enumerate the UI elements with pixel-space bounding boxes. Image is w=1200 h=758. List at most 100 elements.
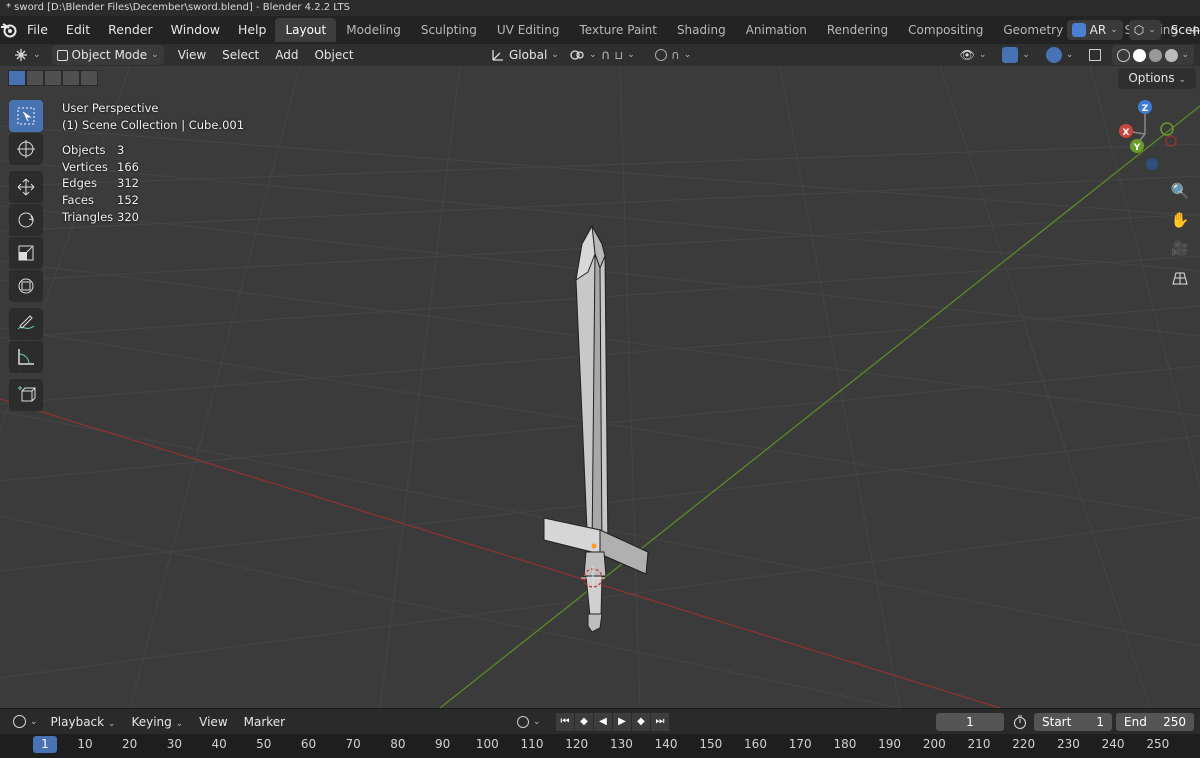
tab-shading[interactable]: Shading bbox=[667, 18, 736, 42]
scene-selector[interactable]: ⬡ ⌄ bbox=[1128, 20, 1161, 40]
select-subtract-icon[interactable] bbox=[44, 70, 62, 86]
ruler-tick: 140 bbox=[654, 737, 678, 751]
stat-row: Edges 312 bbox=[62, 176, 139, 191]
tab-compositing[interactable]: Compositing bbox=[898, 18, 993, 42]
timeline-menu-marker[interactable]: Marker bbox=[236, 715, 293, 729]
current-frame-indicator[interactable]: 1 bbox=[33, 736, 57, 753]
measure-tool[interactable] bbox=[9, 341, 43, 373]
viewport-info: User Perspective (1) Scene Collection | … bbox=[62, 100, 244, 134]
snap-toggle[interactable]: ∩ ⊔ ⌄ bbox=[596, 45, 640, 65]
play-reverse-icon[interactable]: ◀ bbox=[594, 712, 612, 731]
menu-edit[interactable]: Edit bbox=[57, 16, 99, 44]
chevron-down-icon: ⌄ bbox=[33, 50, 41, 60]
tab-modeling[interactable]: Modeling bbox=[336, 18, 411, 42]
start-label: Start bbox=[1042, 714, 1072, 729]
select-new-icon[interactable] bbox=[8, 70, 26, 86]
blender-logo-icon[interactable] bbox=[0, 22, 18, 38]
timeline-menu-view[interactable]: View bbox=[191, 715, 235, 729]
tab-sculpting[interactable]: Sculpting bbox=[411, 18, 487, 42]
start-frame-field[interactable]: Start 1 bbox=[1034, 712, 1112, 731]
select-intersect-icon[interactable] bbox=[80, 70, 98, 86]
scene-name-field[interactable]: Scen bbox=[1167, 23, 1200, 37]
timeline-menu-keying[interactable]: Keying ⌄ bbox=[123, 715, 191, 729]
solid-shading-icon[interactable] bbox=[1133, 48, 1147, 62]
menu-window[interactable]: Window bbox=[162, 16, 229, 44]
transform-orientation-selector[interactable]: Global ⌄ bbox=[486, 45, 564, 65]
viewport-menu-view[interactable]: View bbox=[170, 44, 214, 66]
tool-shelf bbox=[9, 100, 43, 412]
ruler-tick: 110 bbox=[520, 737, 544, 751]
shading-mode-selector[interactable]: ⌄ bbox=[1112, 45, 1194, 65]
ruler-tick: 230 bbox=[1056, 737, 1080, 751]
viewport-menu-add[interactable]: Add bbox=[267, 44, 306, 66]
jump-start-icon[interactable]: ⏮ bbox=[556, 712, 574, 731]
3d-viewport[interactable]: Options ⌄ User Perspective (1) Scene Col… bbox=[0, 66, 1200, 708]
frame-ruler[interactable]: 1 10 20 30 40 50 60 70 80 90 100 110 120 130 140 150 16… bbox=[0, 734, 1200, 758]
render-icon bbox=[1071, 23, 1086, 37]
chevron-down-icon: ⌄ bbox=[30, 716, 38, 727]
tab-rendering[interactable]: Rendering bbox=[817, 18, 898, 42]
falloff-icon: ∩ bbox=[671, 48, 680, 62]
transform-tool[interactable] bbox=[9, 270, 43, 302]
tab-uv-editing[interactable]: UV Editing bbox=[487, 18, 570, 42]
zoom-icon[interactable]: 🔍 bbox=[1167, 178, 1193, 204]
scale-tool[interactable] bbox=[9, 237, 43, 269]
menu-render[interactable]: Render bbox=[99, 16, 162, 44]
chevron-down-icon: ⌄ bbox=[1110, 25, 1118, 35]
material-shading-icon[interactable] bbox=[1149, 48, 1163, 62]
render-engine-selector[interactable]: AR ⌄ bbox=[1066, 20, 1123, 40]
stat-row: Objects 3 bbox=[62, 143, 125, 157]
navigation-gizmo[interactable]: Z X Y bbox=[1110, 96, 1190, 176]
perspective-grid-icon[interactable] bbox=[1167, 265, 1193, 291]
mode-selector[interactable]: Object Mode ⌄ bbox=[51, 45, 164, 65]
options-button[interactable]: Options ⌄ bbox=[1118, 68, 1196, 89]
add-cube-tool[interactable] bbox=[9, 379, 43, 411]
play-icon[interactable]: ▶ bbox=[613, 712, 631, 731]
move-tool[interactable] bbox=[9, 171, 43, 203]
tab-layout[interactable]: Layout bbox=[275, 18, 337, 42]
menu-file[interactable]: File bbox=[18, 16, 57, 44]
proportional-editing-toggle[interactable]: ∩ ⌄ bbox=[650, 45, 696, 65]
camera-icon[interactable]: 🎥 bbox=[1167, 236, 1193, 262]
snap-target-icon: ⊔ bbox=[614, 48, 624, 62]
viewport-menu-object[interactable]: Object bbox=[306, 44, 361, 66]
wireframe-shading-icon[interactable] bbox=[1117, 48, 1131, 62]
rotate-tool[interactable] bbox=[9, 204, 43, 236]
current-frame-field[interactable]: 1 bbox=[936, 712, 1004, 731]
timeline-menu-playback[interactable]: Playback ⌄ bbox=[43, 715, 124, 729]
jump-end-icon[interactable]: ⏭ bbox=[651, 712, 669, 731]
chevron-down-icon: ⌄ bbox=[627, 50, 635, 60]
next-keyframe-icon[interactable]: ◆ bbox=[632, 712, 650, 731]
transform-icon bbox=[18, 278, 34, 294]
tab-animation[interactable]: Animation bbox=[736, 18, 817, 42]
select-difference-icon[interactable] bbox=[62, 70, 80, 86]
menu-help[interactable]: Help bbox=[229, 16, 276, 44]
prev-keyframe-icon[interactable]: ◆ bbox=[575, 712, 593, 731]
object-origin bbox=[591, 543, 597, 549]
cursor-tool[interactable] bbox=[9, 133, 43, 165]
end-frame-field[interactable]: End 250 bbox=[1116, 712, 1194, 731]
tab-texture-paint[interactable]: Texture Paint bbox=[570, 18, 667, 42]
annotate-tool[interactable] bbox=[9, 308, 43, 340]
auto-keying-toggle[interactable]: ⌄ bbox=[512, 712, 546, 732]
viewport-menu-select[interactable]: Select bbox=[214, 44, 267, 66]
visibility-selector[interactable]: 👁 ⌄ bbox=[955, 45, 992, 65]
end-value: 250 bbox=[1163, 714, 1186, 729]
rotate-icon bbox=[18, 212, 34, 228]
ruler-tick: 50 bbox=[256, 737, 272, 751]
editor-type-selector[interactable]: ⌄ bbox=[8, 45, 46, 65]
xray-toggle[interactable] bbox=[1084, 45, 1106, 65]
select-box-tool[interactable] bbox=[9, 100, 43, 132]
rendered-shading-icon[interactable] bbox=[1165, 48, 1179, 62]
editor-type-icon bbox=[15, 49, 27, 61]
gizmo-toggle[interactable]: ⌄ bbox=[997, 45, 1035, 65]
mode-label: Object Mode bbox=[71, 48, 148, 62]
timeline-header: ⌄ Playback ⌄ Keying ⌄ View Marker ⌄ ⏮ ◆ … bbox=[0, 708, 1200, 734]
pan-hand-icon[interactable]: ✋ bbox=[1167, 207, 1193, 233]
timeline-editor-type[interactable]: ⌄ bbox=[8, 712, 43, 732]
stopwatch-icon[interactable] bbox=[1012, 714, 1028, 730]
ruler-tick: 180 bbox=[833, 737, 857, 751]
overlays-toggle[interactable]: ⌄ bbox=[1041, 45, 1079, 65]
select-extend-icon[interactable] bbox=[26, 70, 44, 86]
viewport-grid bbox=[0, 66, 1200, 708]
